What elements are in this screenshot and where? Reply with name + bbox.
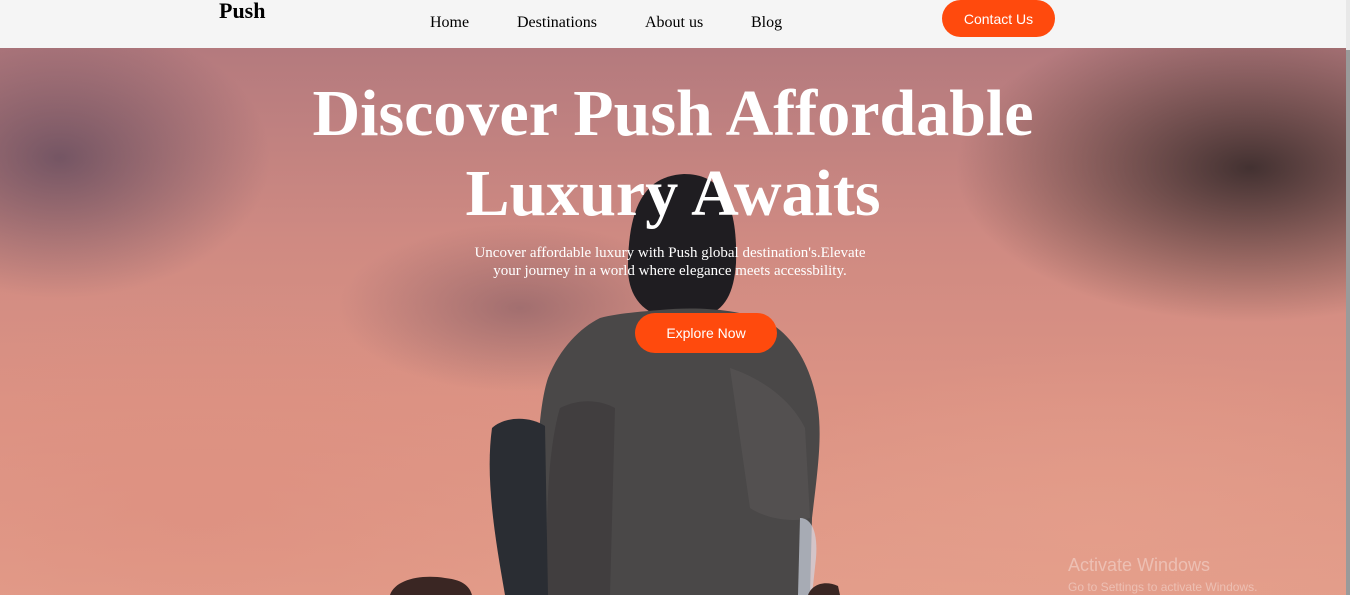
hero-subtitle-line-2: your journey in a world where elegance m… xyxy=(493,263,847,279)
activate-windows-watermark: Activate Windows Go to Settings to activ… xyxy=(1068,555,1257,595)
hero-title-line-2: Luxury Awaits xyxy=(465,157,881,230)
hero-subtitle-line-1: Uncover affordable luxury with Push glob… xyxy=(474,245,866,261)
top-navbar: Push Home Destinations About us Blog Con… xyxy=(0,0,1346,48)
watermark-title: Activate Windows xyxy=(1068,555,1211,575)
nav-item-blog[interactable]: Blog xyxy=(751,13,782,33)
contact-us-button[interactable]: Contact Us xyxy=(942,0,1055,37)
nav-item-home[interactable]: Home xyxy=(430,13,469,33)
nav-item-destinations[interactable]: Destinations xyxy=(517,13,597,33)
nav-item-about-us[interactable]: About us xyxy=(645,13,703,33)
hero-section: Discover Push Affordable Luxury Awaits U… xyxy=(0,48,1346,595)
hero-subtitle: Uncover affordable luxury with Push glob… xyxy=(455,244,885,280)
brand-logo[interactable]: Push xyxy=(219,0,265,24)
hero-title: Discover Push Affordable Luxury Awaits xyxy=(0,74,1346,234)
watermark-subtitle: Go to Settings to activate Windows. xyxy=(1068,580,1258,594)
hero-title-line-1: Discover Push Affordable xyxy=(312,77,1034,150)
scrollbar-thumb[interactable] xyxy=(1346,50,1350,595)
explore-now-button[interactable]: Explore Now xyxy=(635,313,777,353)
page-scrollbar[interactable] xyxy=(1346,0,1350,595)
